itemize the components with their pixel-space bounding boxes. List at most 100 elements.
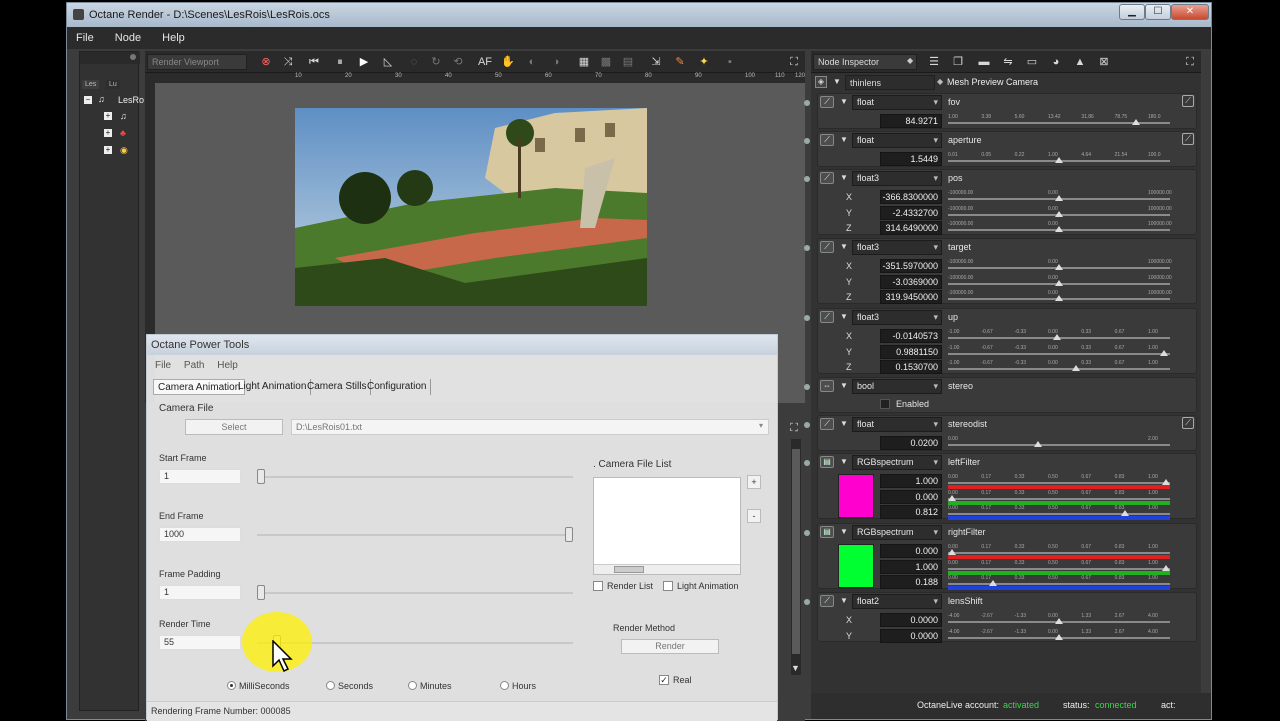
inspector-fullscreen-icon[interactable]: ⛶ — [1183, 55, 1197, 69]
param-expand-icon[interactable]: ▼ — [840, 242, 848, 251]
param-slider[interactable]: -100000.00 0.00 100000.00 — [948, 190, 1172, 202]
maximize-button[interactable]: ☐ — [1145, 4, 1171, 20]
path-dropdown-icon[interactable]: ▾ — [759, 421, 763, 430]
lock-icon[interactable]: ▪ — [723, 55, 737, 69]
tree-root-label[interactable]: LesRo — [118, 95, 144, 105]
end-frame-input[interactable]: 1000 — [159, 527, 241, 542]
graph-fullscreen-icon[interactable]: ⛶ — [787, 421, 801, 435]
param-connector[interactable] — [804, 315, 810, 321]
param-type-select[interactable]: float3 — [852, 240, 942, 255]
copy-icon[interactable]: ❐ — [951, 55, 965, 69]
slider-knob[interactable] — [1052, 334, 1061, 340]
collapse-icon[interactable]: − — [84, 96, 92, 104]
color-swatch[interactable] — [838, 544, 874, 588]
image-icon[interactable]: ▲ — [1073, 55, 1087, 69]
param-type-select[interactable]: float — [852, 95, 942, 110]
param-type-icon[interactable]: ⟋ — [820, 241, 834, 253]
param-type-icon[interactable]: ⟋ — [820, 311, 834, 323]
param-edit-icon[interactable]: ⟋ — [1182, 417, 1194, 429]
param-connector[interactable] — [804, 599, 810, 605]
color-swatch[interactable] — [838, 474, 874, 518]
param-connector[interactable] — [804, 138, 810, 144]
param-connector[interactable] — [804, 100, 810, 106]
menu-help[interactable]: Help — [153, 27, 194, 49]
param-type-select[interactable]: RGBspectrum — [852, 455, 942, 470]
slider-knob[interactable] — [1072, 365, 1081, 371]
slider-knob[interactable] — [1055, 295, 1063, 301]
param-type-select[interactable]: float3 — [852, 171, 942, 186]
slider-knob[interactable] — [1055, 210, 1063, 217]
param-value-input[interactable]: 1.000 — [880, 474, 942, 488]
param-value-input[interactable]: 0.000 — [880, 544, 942, 558]
grid3-icon[interactable]: ▤ — [621, 55, 635, 69]
star-icon[interactable]: ✦ — [697, 55, 711, 69]
param-expand-icon[interactable]: ▼ — [840, 173, 848, 182]
param-value-input[interactable]: 319.9450000 — [880, 290, 942, 304]
param-slider[interactable]: -100000.00 0.00 100000.00 — [948, 275, 1172, 287]
param-value-input[interactable]: 0.1530700 — [880, 360, 942, 374]
slider-knob[interactable] — [1055, 226, 1063, 232]
param-value-input[interactable]: 0.000 — [880, 489, 942, 504]
outliner-tab-2[interactable]: Lu — [106, 80, 120, 89]
param-value-input[interactable]: 0.0200 — [880, 436, 942, 450]
export-icon[interactable]: ⇲ — [649, 55, 663, 69]
menu-file[interactable]: File — [67, 27, 103, 49]
param-type-icon[interactable]: ⇔ — [820, 380, 834, 392]
param-expand-icon[interactable]: ▼ — [840, 457, 848, 466]
af-button[interactable]: AF — [475, 55, 495, 69]
param-connector[interactable] — [804, 460, 810, 466]
scroll-down-icon[interactable]: ▼ — [791, 663, 800, 673]
param-type-icon[interactable]: ⟋ — [820, 595, 834, 607]
menu-node[interactable]: Node — [106, 27, 150, 49]
select-button[interactable]: Select — [185, 419, 283, 435]
frame-padding-input[interactable]: 1 — [159, 585, 241, 600]
param-type-select[interactable]: float — [852, 133, 942, 148]
frame-padding-slider[interactable] — [257, 585, 265, 600]
param-type-select[interactable]: float — [852, 417, 942, 432]
param-value-input[interactable]: 0.9881150 — [880, 344, 942, 359]
param-slider[interactable]: -4.00 -2.67 -1.33 0.00 1.33 2.67 4.00 — [948, 613, 1170, 625]
param-type-icon[interactable]: ⟋ — [820, 134, 834, 146]
afr-icon[interactable]: ◌ — [407, 55, 421, 69]
param-slider[interactable]: -100000.00 0.00 100000.00 — [948, 221, 1172, 233]
start-frame-slider[interactable] — [257, 469, 265, 484]
graph-scrollbar[interactable]: ▼ — [791, 439, 801, 675]
tab-light-animation[interactable]: Light Animation — [234, 379, 312, 395]
expand-icon[interactable]: + — [104, 112, 112, 120]
end-frame-slider[interactable] — [565, 527, 573, 542]
param-value-input[interactable]: -366.8300000 — [880, 190, 942, 204]
pause-icon[interactable]: ⏸ — [333, 55, 347, 69]
param-connector[interactable] — [804, 422, 810, 428]
param-type-icon[interactable]: ▤ — [820, 456, 834, 468]
param-connector[interactable] — [804, 245, 810, 251]
param-value-input[interactable]: -2.4332700 — [880, 205, 942, 220]
param-value-input[interactable]: 0.0000 — [880, 628, 942, 643]
outliner-tab-1[interactable]: Les — [82, 80, 100, 89]
param-type-icon[interactable]: ⟋ — [820, 172, 834, 184]
tab-camera-animation[interactable]: Camera Animation — [153, 379, 246, 395]
param-type-icon[interactable]: ▤ — [820, 526, 834, 538]
param-type-icon[interactable]: ⟋ — [820, 418, 834, 430]
list-scrollbar[interactable] — [594, 564, 740, 574]
param-type-select[interactable]: float2 — [852, 594, 942, 609]
param-value-input[interactable]: 0.812 — [880, 505, 942, 519]
reset-icon[interactable]: ⤨ — [281, 55, 295, 69]
grid-icon[interactable]: ▦ — [577, 55, 591, 69]
param-type-select[interactable]: bool — [852, 379, 942, 394]
param-value-input[interactable]: 0.0000 — [880, 613, 942, 627]
focus-icon[interactable]: ◺ — [381, 55, 395, 69]
param-connector[interactable] — [804, 384, 810, 390]
slider-knob[interactable] — [1159, 349, 1168, 356]
param-type-icon[interactable]: ⟋ — [820, 96, 834, 108]
param-connector[interactable] — [804, 530, 810, 536]
param-slider[interactable]: 0.01 0.05 0.22 1.00 4.64 21.54 100.0 — [948, 152, 1170, 164]
sphere-icon[interactable]: ◕ — [1049, 55, 1063, 69]
real-checkbox[interactable]: ✓ — [659, 675, 669, 685]
radio-minutes[interactable] — [408, 681, 417, 690]
radio-seconds[interactable] — [326, 681, 335, 690]
start-frame-input[interactable]: 1 — [159, 469, 241, 484]
remove-file-button[interactable]: - — [747, 509, 761, 523]
param-connector[interactable] — [804, 176, 810, 182]
param-value-input[interactable]: -351.5970000 — [880, 259, 942, 273]
layer-icon[interactable]: ▭ — [1025, 55, 1039, 69]
